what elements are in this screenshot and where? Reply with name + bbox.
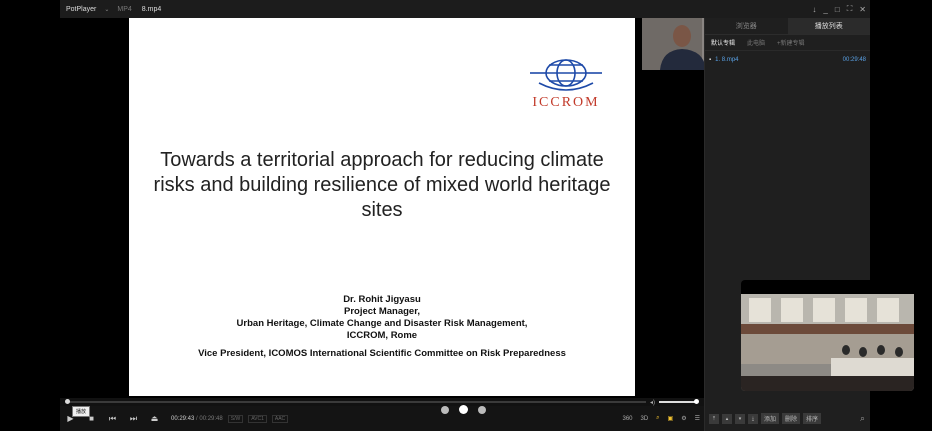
tab-default-album[interactable]: 默认专辑 bbox=[705, 38, 741, 47]
volume-control: ◂) bbox=[650, 398, 700, 406]
presentation-slide: ICCROM Towards a territorial approach fo… bbox=[129, 18, 735, 396]
current-time: 00:29:43 bbox=[171, 415, 195, 422]
video-area[interactable]: ICCROM Towards a territorial approach fo… bbox=[60, 18, 735, 398]
panel-tabs: 浏览器 播放列表 bbox=[705, 18, 870, 35]
iccrom-logo: ICCROM bbox=[525, 55, 607, 110]
tab-this-pc[interactable]: 此电脑 bbox=[741, 38, 771, 47]
fullscreen-button[interactable]: ⛶ bbox=[847, 4, 853, 14]
tab-playlist[interactable]: 播放列表 bbox=[787, 18, 870, 34]
time-readout: 00:29:43 / 00:29:48 bbox=[171, 416, 223, 422]
total-time: / 00:29:48 bbox=[196, 415, 223, 422]
speaker-icon[interactable]: ◂) bbox=[650, 399, 655, 406]
control-bar: ▶ ■ ⏮ ⏭ ⏏ 00:29:43 / 00:29:48 S/W AVC1 A… bbox=[60, 406, 704, 431]
page-dot[interactable] bbox=[441, 405, 449, 414]
seek-handle[interactable] bbox=[65, 399, 70, 404]
speaker-role: Project Manager, bbox=[343, 306, 421, 317]
menu-icon[interactable]: ☰ bbox=[695, 415, 700, 422]
file-name: 8.mp4 bbox=[141, 5, 162, 13]
album-tabs: 默认专辑 此电脑 +新建专辑 bbox=[705, 35, 870, 51]
3d-button[interactable]: 3D bbox=[641, 416, 649, 422]
previous-button[interactable]: ⏮ bbox=[102, 409, 123, 429]
speaker-organization: ICCROM, Rome bbox=[346, 330, 418, 341]
logo-wordmark: ICCROM bbox=[532, 95, 600, 110]
capture-icon[interactable]: ▣ bbox=[668, 415, 674, 422]
minimize-button[interactable]: _ bbox=[823, 5, 827, 14]
page-indicator bbox=[441, 405, 486, 414]
maximize-button[interactable]: □ bbox=[835, 5, 840, 14]
playlist-item[interactable]: ▪ 1. 8.mp4 00:29:48 bbox=[705, 54, 870, 66]
speaker-credits: Dr. Rohit Jigyasu Project Manager, Urban… bbox=[159, 294, 605, 360]
new-album-button[interactable]: +新建专辑 bbox=[771, 38, 811, 47]
close-button[interactable]: ✕ bbox=[859, 5, 866, 14]
volume-slider[interactable] bbox=[659, 399, 700, 404]
right-controls: 360 3D ⌕ ▣ ⚙ ☰ bbox=[622, 406, 700, 431]
move-down-icon[interactable]: ▾ bbox=[735, 413, 745, 424]
seek-bar[interactable]: ◂) bbox=[60, 398, 704, 406]
volume-handle[interactable] bbox=[694, 399, 700, 404]
play-tooltip: 播放 bbox=[72, 406, 91, 417]
eject-icon[interactable]: ⏏ bbox=[144, 409, 165, 429]
add-button[interactable]: 添加 bbox=[761, 413, 780, 424]
move-bottom-icon[interactable]: ⤓ bbox=[748, 413, 758, 424]
audio-codec-tag: AAC bbox=[271, 414, 289, 423]
pin-icon[interactable]: ↓ bbox=[812, 5, 816, 14]
video-codec-tag: AVC1 bbox=[248, 414, 267, 423]
tab-browser[interactable]: 浏览器 bbox=[705, 18, 788, 34]
format-label: MP4 bbox=[117, 5, 132, 13]
window-controls: ↓ _ □ ⛶ ✕ bbox=[812, 0, 866, 18]
file-icon: ▪ bbox=[709, 57, 712, 63]
move-up-icon[interactable]: ▴ bbox=[722, 413, 732, 424]
playlist-item-duration: 00:29:48 bbox=[842, 57, 866, 63]
360-button[interactable]: 360 bbox=[622, 416, 632, 422]
title-bar: PotPlayer ⌄ MP4 8.mp4 ↓ _ □ ⛶ ✕ bbox=[60, 0, 870, 18]
search-subtitle-icon[interactable]: ⌕ bbox=[656, 415, 659, 422]
next-button[interactable]: ⏭ bbox=[123, 409, 144, 429]
renderer-tag: S/W bbox=[227, 414, 244, 423]
globe-icon bbox=[530, 59, 602, 91]
speaker-department: Urban Heritage, Climate Change and Disas… bbox=[236, 318, 528, 329]
app-menu-button[interactable]: PotPlayer bbox=[60, 6, 104, 13]
move-top-icon[interactable]: ⤒ bbox=[709, 413, 719, 424]
delete-button[interactable]: 删除 bbox=[782, 413, 801, 424]
meeting-room-video bbox=[741, 280, 914, 391]
seek-track[interactable] bbox=[66, 401, 646, 403]
gear-icon[interactable]: ⚙ bbox=[681, 415, 686, 422]
chevron-down-icon[interactable]: ⌄ bbox=[104, 6, 109, 13]
search-icon[interactable]: ⌕ bbox=[860, 413, 865, 424]
slide-title: Towards a territorial approach for reduc… bbox=[153, 149, 611, 221]
speaker-extra-role: Vice President, ICOMOS International Sci… bbox=[198, 348, 566, 359]
playlist-item-name: 1. 8.mp4 bbox=[715, 57, 739, 63]
playlist-toolbar: ⤒ ▴ ▾ ⤓ 添加 删除 排序 ⌕ bbox=[705, 406, 871, 431]
page-dot-active[interactable] bbox=[459, 405, 468, 414]
page-dot[interactable] bbox=[478, 405, 486, 414]
sort-button[interactable]: 排序 bbox=[803, 413, 822, 424]
speaker-name: Dr. Rohit Jigyasu bbox=[343, 294, 421, 305]
